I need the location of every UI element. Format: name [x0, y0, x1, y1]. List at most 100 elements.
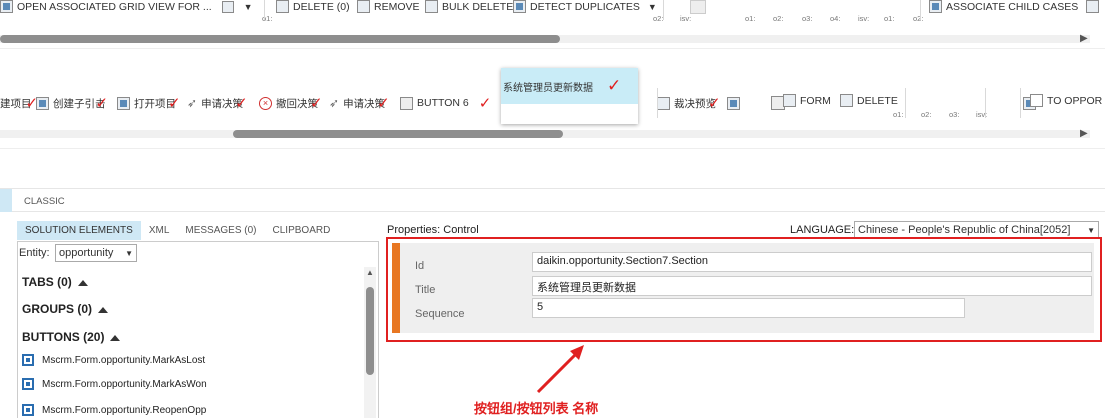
trash-icon: [840, 94, 853, 107]
sublabel: o4:: [830, 14, 841, 23]
view-tabbar: CLASSIC: [0, 188, 1105, 212]
ribbon-button-2[interactable]: 创建子引击 ✓: [36, 94, 108, 112]
sublabel: isv:: [858, 14, 870, 23]
button-element-icon: [22, 354, 34, 366]
ribbon-divider: [0, 48, 1105, 49]
trash-icon: [276, 0, 289, 13]
collapse-icon: [77, 279, 88, 286]
id-field[interactable]: daikin.opportunity.Section7.Section: [532, 252, 1092, 272]
button-6[interactable]: BUTTON 6 ✓: [400, 94, 491, 112]
chevron-down-icon[interactable]: ▼: [648, 2, 657, 12]
check-mark-icon: ✓: [377, 94, 390, 112]
title-field[interactable]: 系统管理员更新数据: [532, 276, 1092, 296]
chevron-down-icon[interactable]: ▼: [244, 2, 253, 12]
close-circle-icon: ×: [259, 96, 272, 110]
send-icon: ➶: [187, 96, 198, 110]
annotation-arrow-icon: [536, 345, 584, 394]
ribbon-scrollbar-thumb[interactable]: [0, 35, 560, 43]
tab-left-marker[interactable]: [0, 189, 12, 212]
sublabel: o2:: [913, 14, 924, 23]
collapse-icon: [110, 334, 121, 341]
check-mark-icon: ✓: [478, 94, 492, 112]
collapse-icon: [98, 306, 109, 313]
to-oppor-button[interactable]: TO OPPOR: [1030, 94, 1102, 107]
blank-button[interactable]: [690, 0, 706, 14]
list-item[interactable]: Mscrm.Form.opportunity.MarkAsLost: [22, 354, 205, 366]
remove-button[interactable]: REMOVE: [357, 0, 420, 13]
chevron-down-icon: ▼: [125, 248, 133, 258]
entity-label: Entity:: [19, 247, 50, 259]
scroll-right-icon[interactable]: ▶: [1080, 128, 1088, 139]
form-button[interactable]: FORM: [783, 94, 831, 107]
ribbon-divider: [0, 148, 1105, 149]
delete-button[interactable]: DELETE (0): [276, 0, 350, 13]
ribbon-button-5[interactable]: × 撤回决策 ✓: [259, 94, 323, 112]
properties-panel: Properties: Control LANGUAGE: Chinese - …: [382, 212, 1105, 418]
ribbon-button-8[interactable]: 裁决预览 ✓: [657, 94, 721, 112]
section-buttons[interactable]: BUTTONS (20): [22, 330, 121, 344]
preview-icon: [657, 96, 670, 110]
id-label: Id: [415, 260, 425, 272]
sequence-label: Sequence: [415, 308, 465, 320]
associate-icon: [929, 0, 942, 13]
scroll-up-icon[interactable]: ▲: [366, 268, 374, 277]
send-icon: ➶: [329, 96, 340, 110]
page-icon: [117, 96, 130, 110]
popup-item[interactable]: 系统管理员更新数据 ✓: [501, 68, 638, 104]
tab-messages[interactable]: MESSAGES (0): [177, 221, 264, 240]
sublabel: o1:: [745, 14, 756, 23]
delete-button-2[interactable]: DELETE: [840, 94, 898, 107]
open-associated-grid-button[interactable]: OPEN ASSOCIATED GRID VIEW FOR ... ▼: [0, 0, 253, 13]
tab-xml[interactable]: XML: [141, 221, 178, 240]
left-tabs: SOLUTION ELEMENTS XML MESSAGES (0) CLIPB…: [17, 221, 338, 240]
sublabel: o3:: [802, 14, 813, 23]
ribbon-button-6[interactable]: ➶ 申请决策 ✓: [329, 94, 390, 112]
bulk-delete-icon: [425, 0, 438, 13]
sublabel: o2:: [653, 14, 664, 23]
ribbon-button-4[interactable]: ➶ 申请决策 ✓: [187, 94, 248, 112]
tab-solution-elements[interactable]: SOLUTION ELEMENTS: [17, 221, 141, 240]
entity-select[interactable]: opportunity ▼: [55, 244, 137, 262]
page-icon: [36, 96, 49, 110]
selected-button-popup[interactable]: 系统管理员更新数据 ✓: [501, 68, 638, 124]
sequence-field[interactable]: 5: [532, 298, 965, 318]
annotation-text: 按钮组/按钮列表 名称: [474, 401, 599, 416]
ribbon-button-3[interactable]: 打开项目 ✓: [117, 94, 181, 112]
duplicates-icon: [513, 0, 526, 13]
sublabel: o1:: [893, 110, 904, 119]
tab-classic[interactable]: CLASSIC: [24, 196, 65, 207]
tree-scrollbar[interactable]: ▲: [364, 267, 376, 418]
tree-scrollbar-thumb[interactable]: [366, 287, 374, 375]
sublabel: o1:: [884, 14, 895, 23]
bulk-delete-button[interactable]: BULK DELETE: [425, 0, 513, 13]
button-element-icon: [22, 378, 34, 390]
detect-duplicates-button[interactable]: DETECT DUPLICATES ▼: [513, 0, 657, 13]
page-icon[interactable]: [727, 97, 740, 110]
ribbon-scrollbar-thumb[interactable]: [233, 130, 563, 138]
user-icon: [1086, 0, 1100, 13]
sublabel: isv:: [680, 14, 692, 23]
check-mark-icon: ✓: [168, 94, 181, 112]
tab-clipboard[interactable]: CLIPBOARD: [265, 221, 339, 240]
associate-child-cases-button[interactable]: ASSOCIATE CHILD CASES: [929, 0, 1100, 13]
button-element-icon: [22, 404, 34, 416]
chevron-down-icon: ▼: [1087, 225, 1095, 235]
check-mark-icon: ✓: [607, 76, 622, 96]
check-mark-icon: ✓: [310, 94, 323, 112]
sublabel: o2:: [773, 14, 784, 23]
list-item[interactable]: Mscrm.Form.opportunity.MarkAsWon: [22, 378, 207, 390]
check-mark-icon: ✓: [708, 94, 721, 112]
window-icon: [1030, 94, 1043, 107]
list-item[interactable]: Mscrm.Form.opportunity.ReopenOpp: [22, 404, 206, 416]
section-tabs[interactable]: TABS (0): [22, 275, 88, 289]
language-label: LANGUAGE:: [790, 224, 855, 236]
scroll-right-icon[interactable]: ▶: [1080, 33, 1088, 44]
ribbon-button-1[interactable]: 建项目 ✓: [0, 94, 38, 112]
solution-panel: SOLUTION ELEMENTS XML MESSAGES (0) CLIPB…: [0, 212, 382, 418]
check-mark-icon: ✓: [235, 94, 248, 112]
section-groups[interactable]: GROUPS (0): [22, 302, 109, 316]
sublabel: o2:: [921, 110, 932, 119]
remove-icon: [357, 0, 370, 13]
grid-icon: [0, 0, 13, 13]
ribbon-middle: 建项目 ✓ 创建子引击 ✓ 打开项目 ✓ ➶ 申请决策 ✓ × 撤回决策 ✓ ➶ 申请决策…: [0, 60, 1105, 148]
